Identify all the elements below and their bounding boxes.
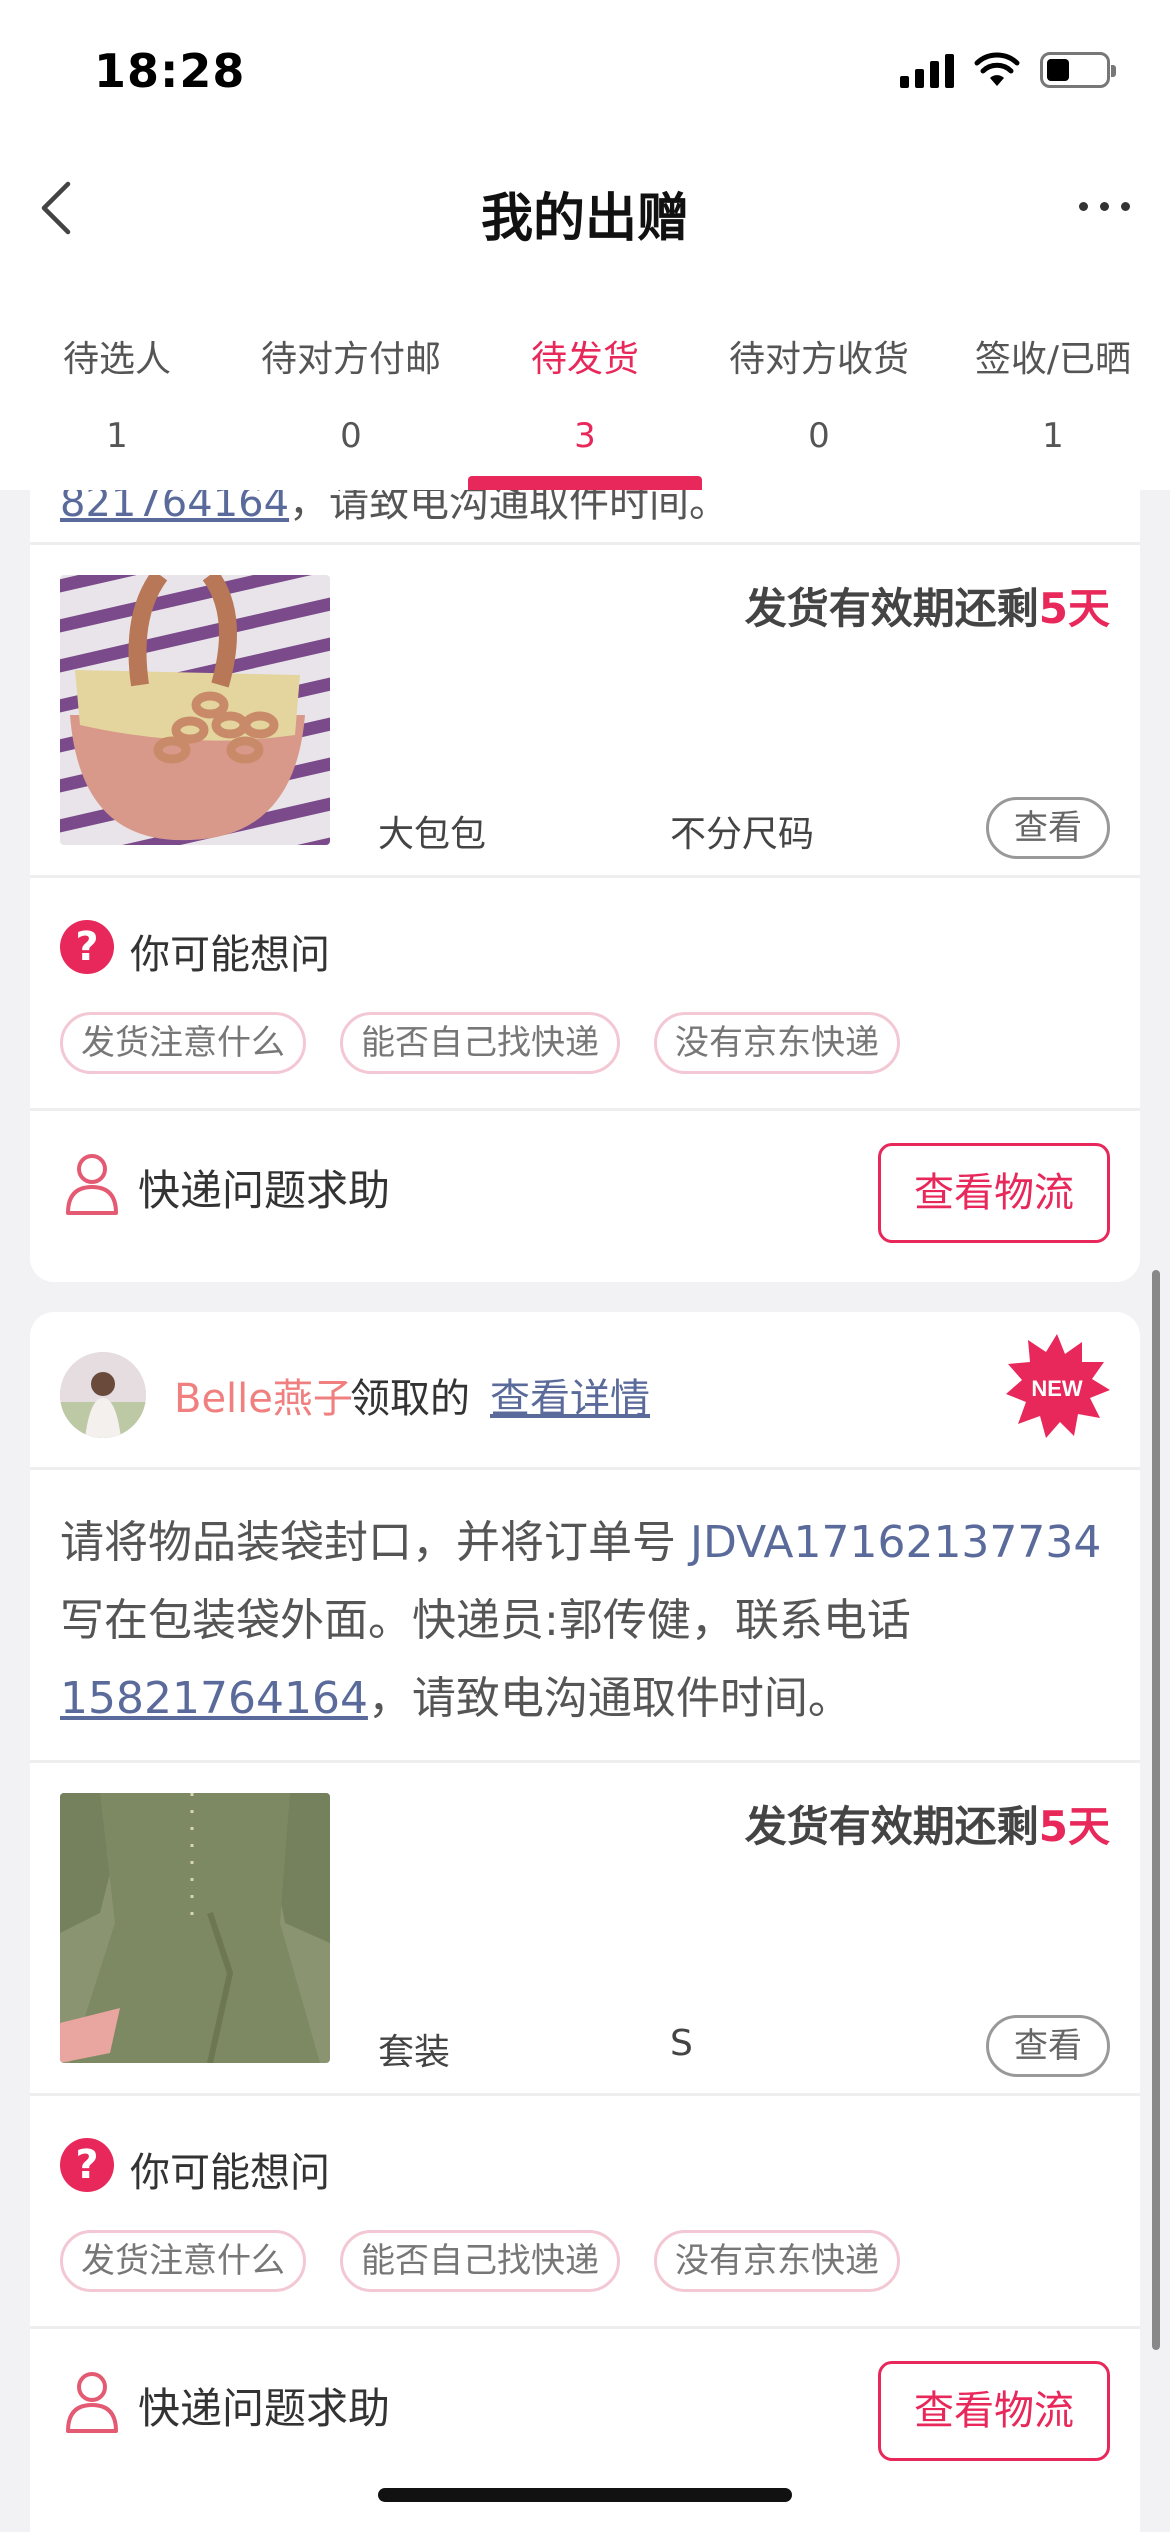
faq-section: ? 你可能想问 发货注意什么 能否自己找快递 没有京东快递 (30, 2096, 1140, 2326)
page-title: 我的出赠 (480, 189, 689, 249)
product-name: 大包包 (378, 814, 487, 855)
avatar[interactable] (60, 1352, 146, 1438)
status-time: 18:28 (94, 44, 246, 98)
shipping-deadline: 发货有效期还剩5天 (744, 1802, 1110, 1851)
faq-chips: 发货注意什么 能否自己找快递 没有京东快递 (60, 2230, 900, 2292)
battery-icon (1040, 52, 1116, 88)
tab-count: 0 (340, 416, 362, 456)
faq-chip[interactable]: 能否自己找快递 (340, 1012, 620, 1074)
receiver-row: Belle燕子 领取的 查看详情 NEW (30, 1312, 1140, 1467)
faq-chip[interactable]: 发货注意什么 (60, 1012, 306, 1074)
svg-text:NEW: NEW (1031, 1376, 1083, 1401)
new-badge-icon: NEW (1006, 1334, 1110, 1438)
tab-label: 待对方收货 (728, 339, 909, 380)
active-tab-indicator (468, 476, 702, 490)
tab-received-shared[interactable]: 签收/已晒 1 (936, 300, 1170, 490)
courier-help-link[interactable]: 快递问题求助 (138, 1157, 390, 1218)
product-name: 套装 (378, 2032, 451, 2073)
tab-count: 3 (574, 416, 596, 456)
person-icon (66, 2372, 118, 2433)
status-icons (900, 52, 1116, 88)
tab-pending-shipment[interactable]: 待发货 3 (468, 300, 702, 490)
view-details-link[interactable]: 查看详情 (490, 1366, 650, 1424)
status-bar: 18:28 (0, 0, 1170, 150)
view-logistics-button[interactable]: 查看物流 (878, 1143, 1110, 1243)
product-size: 不分尺码 (670, 814, 815, 855)
courier-phone-link[interactable]: 15821764164 (60, 1673, 368, 1724)
person-icon (66, 1154, 118, 1215)
deadline-days: 5天 (1038, 584, 1110, 633)
receiver-name[interactable]: Belle燕子 (174, 1366, 353, 1424)
view-product-button[interactable]: 查看 (986, 2015, 1110, 2077)
gift-card: 821764164，请致电沟通取件时间。 发货有效期还剩5天 大包包 不分尺码 … (30, 490, 1140, 1282)
gift-list[interactable]: 821764164，请致电沟通取件时间。 发货有效期还剩5天 大包包 不分尺码 … (0, 490, 1170, 2532)
faq-chip[interactable]: 发货注意什么 (60, 2230, 306, 2292)
tab-label: 待发货 (530, 339, 639, 380)
scrollbar[interactable] (1152, 1270, 1160, 2350)
instructions-text: ，请致电沟通取件时间。 (289, 490, 730, 526)
faq-chips: 发货注意什么 能否自己找快递 没有京东快递 (60, 1012, 900, 1074)
tab-label: 待选人 (62, 339, 171, 380)
tab-count: 1 (106, 416, 128, 456)
faq-section: ? 你可能想问 发货注意什么 能否自己找快递 没有京东快递 (30, 878, 1140, 1108)
courier-help-link[interactable]: 快递问题求助 (138, 2375, 390, 2436)
product-row: 发货有效期还剩5天 大包包 不分尺码 查看 (30, 545, 1140, 875)
courier-help-row: 快递问题求助 查看物流 (30, 2329, 1140, 2495)
cellular-signal-icon (900, 52, 954, 88)
question-icon: ? (60, 2138, 114, 2192)
faq-chip[interactable]: 能否自己找快递 (340, 2230, 620, 2292)
faq-title: 你可能想问 (130, 932, 330, 978)
question-icon: ? (60, 920, 114, 974)
nav-bar: 我的出赠 (0, 150, 1170, 300)
tab-count: 0 (808, 416, 830, 456)
tab-count: 1 (1042, 416, 1064, 456)
product-size: S (670, 2023, 693, 2064)
deadline-days: 5天 (1038, 1802, 1110, 1851)
view-logistics-button[interactable]: 查看物流 (878, 2361, 1110, 2461)
courier-phone-link[interactable]: 821764164 (60, 490, 289, 526)
faq-chip[interactable]: 没有京东快递 (654, 2230, 900, 2292)
gift-card: Belle燕子 领取的 查看详情 NEW 请将物品装袋封口，并将订单号 JDVA… (30, 1312, 1140, 2532)
tab-pending-receipt[interactable]: 待对方收货 0 (702, 300, 936, 490)
more-options-icon[interactable] (1079, 202, 1130, 211)
tab-label: 待对方付邮 (260, 339, 441, 380)
courier-help-row: 快递问题求助 查看物流 (30, 1111, 1140, 1277)
faq-title: 你可能想问 (130, 2150, 330, 2196)
packing-instructions: 请将物品装袋封口，并将订单号 JDVA17162137734 写在包装袋外面。快… (60, 1517, 1102, 1724)
home-indicator[interactable] (378, 2488, 792, 2502)
tab-pending-postage[interactable]: 待对方付邮 0 (234, 300, 468, 490)
faq-chip[interactable]: 没有京东快递 (654, 1012, 900, 1074)
tab-pending-selection[interactable]: 待选人 1 (0, 300, 234, 490)
shipping-deadline: 发货有效期还剩5天 (744, 584, 1110, 633)
tab-label: 签收/已晒 (974, 339, 1132, 380)
card-instructions-peek: 821764164，请致电沟通取件时间。 (30, 490, 1140, 542)
product-image[interactable] (60, 575, 330, 845)
view-product-button[interactable]: 查看 (986, 797, 1110, 859)
status-tabs: 待选人 1 待对方付邮 0 待发货 3 待对方收货 0 签收/已晒 1 (0, 300, 1170, 490)
order-number: JDVA17162137734 (690, 1517, 1102, 1568)
product-image[interactable] (60, 1793, 330, 2063)
receiver-action: 领取的 (350, 1376, 470, 1422)
product-row: 发货有效期还剩5天 套装 S 查看 (30, 1763, 1140, 2093)
wifi-icon (974, 52, 1020, 86)
